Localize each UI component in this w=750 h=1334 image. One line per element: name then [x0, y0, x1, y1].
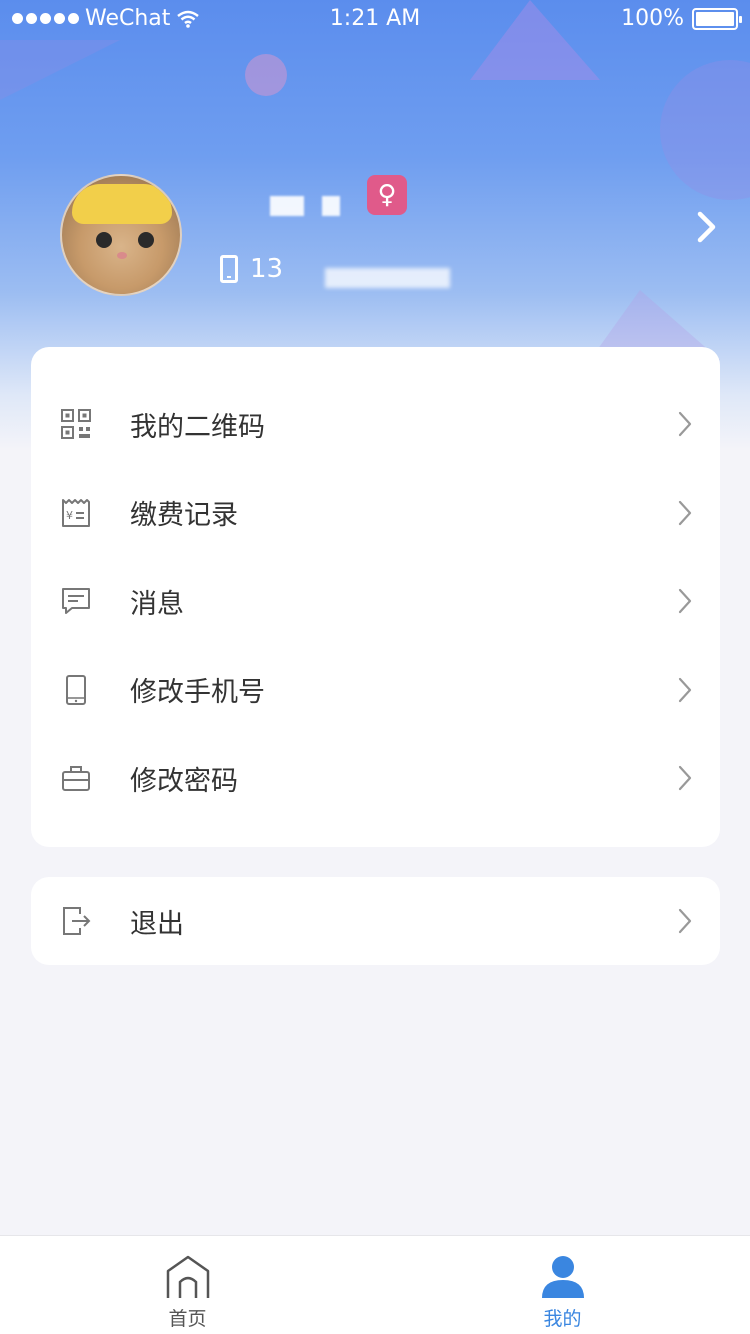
home-icon	[166, 1255, 209, 1298]
decor-shape	[660, 60, 750, 200]
logout-card: 退出	[31, 877, 720, 965]
menu-card: 我的二维码 ¥ 缴费记录 消息 修改手机号 修改密码	[31, 347, 720, 847]
menu-item-qr-code[interactable]: 我的二维码	[31, 380, 720, 469]
battery-percent: 100%	[621, 6, 684, 31]
phone-number-redacted	[325, 268, 450, 288]
mobile-phone-icon	[66, 674, 86, 705]
menu-item-label: 缴费记录	[130, 500, 238, 532]
menu-item-messages[interactable]: 消息	[31, 557, 720, 646]
tab-mine[interactable]: 我的	[375, 1236, 750, 1334]
phone-icon	[220, 255, 238, 283]
tab-bar: 首页 我的	[0, 1235, 750, 1334]
logout-button[interactable]: 退出	[31, 877, 720, 965]
menu-item-label: 消息	[130, 588, 184, 620]
username-redacted	[270, 196, 340, 216]
menu-item-payment-records[interactable]: ¥ 缴费记录	[31, 469, 720, 558]
chevron-right-icon	[678, 500, 692, 525]
menu-item-change-password[interactable]: 修改密码	[31, 734, 720, 823]
status-bar: WeChat 1:21 AM 100%	[0, 0, 750, 38]
lock-icon	[62, 766, 90, 792]
decor-shape	[245, 54, 287, 96]
menu-item-label: 我的二维码	[130, 411, 265, 443]
chevron-right-icon	[678, 677, 692, 702]
phone-number-prefix: 13	[250, 254, 284, 284]
tab-label: 首页	[168, 1308, 207, 1330]
status-battery: 100%	[621, 6, 742, 31]
chevron-right-icon	[678, 589, 692, 614]
phone-number: 13	[220, 254, 283, 284]
receipt-icon: ¥	[62, 498, 90, 527]
battery-icon	[692, 7, 742, 30]
avatar[interactable]	[60, 174, 182, 296]
user-icon	[541, 1256, 584, 1298]
svg-text:¥: ¥	[66, 509, 73, 522]
menu-item-change-phone[interactable]: 修改手机号	[31, 646, 720, 735]
female-gender-icon: ♀	[367, 175, 407, 215]
menu-item-label: 修改密码	[130, 765, 238, 797]
decor-shape	[0, 40, 120, 100]
logout-icon	[63, 907, 91, 935]
profile-chevron-right-icon[interactable]	[694, 210, 720, 244]
chevron-right-icon	[678, 412, 692, 437]
chevron-right-icon	[678, 766, 692, 791]
logout-label: 退出	[130, 908, 184, 940]
qr-code-icon	[61, 409, 91, 440]
menu-item-label: 修改手机号	[130, 677, 265, 709]
chevron-right-icon	[678, 908, 692, 934]
tab-label: 我的	[543, 1308, 582, 1330]
tab-home[interactable]: 首页	[0, 1236, 375, 1334]
message-icon	[62, 588, 90, 615]
